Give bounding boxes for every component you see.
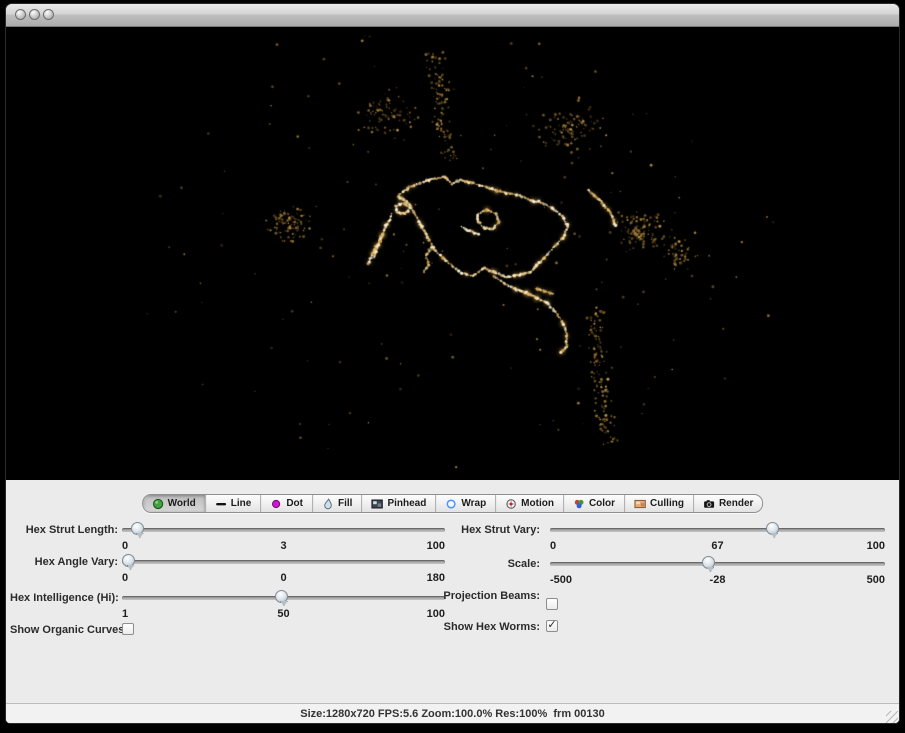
slider-thumb[interactable] [275, 590, 288, 603]
tick-value: 50 [122, 608, 445, 620]
hex-intelligence-slider[interactable] [122, 590, 445, 606]
culling-icon [634, 498, 646, 510]
dot-icon [270, 498, 282, 510]
tab-culling[interactable]: Culling [625, 495, 694, 512]
tick-value: -28 [550, 574, 885, 586]
slider-thumb[interactable] [766, 522, 779, 535]
tick-value: 3 [122, 540, 445, 552]
hex-intelligence-ticks: 1 50 100 [122, 608, 445, 620]
fill-icon [322, 498, 334, 510]
tab-line[interactable]: Line [206, 495, 262, 512]
render-icon [703, 498, 715, 510]
color-icon [573, 498, 585, 510]
control-panel: World Line Dot Fill Pinhead Wrap [6, 480, 899, 723]
tick-max: 100 [427, 540, 445, 552]
tab-render[interactable]: Render [694, 495, 762, 512]
hex-strut-vary-ticks: 0 67 100 [550, 540, 885, 552]
slider-track[interactable] [550, 562, 885, 566]
tab-motion[interactable]: Motion [496, 495, 564, 512]
tab-pinhead[interactable]: Pinhead [362, 495, 436, 512]
show-hex-worms-label: Show Hex Worms: [426, 621, 540, 633]
hex-strut-vary-label: Hex Strut Vary: [426, 524, 540, 536]
line-icon [215, 498, 227, 510]
wrap-icon [445, 498, 457, 510]
viewport-area [6, 27, 899, 480]
slider-track[interactable] [122, 560, 445, 564]
show-organic-curves-label: Show Organic Curves: [10, 624, 118, 636]
hex-angle-vary-ticks: 0 0 180 [122, 572, 445, 584]
tab-world[interactable]: World [143, 495, 206, 512]
minimize-button[interactable] [29, 9, 40, 20]
hex-intelligence-label: Hex Intelligence (Hi): [10, 592, 118, 604]
hex-angle-vary-label: Hex Angle Vary: [10, 556, 118, 568]
tick-max: 500 [867, 574, 885, 586]
motion-icon [505, 498, 517, 510]
scale-slider[interactable] [550, 556, 885, 572]
status-text: Size:1280x720 FPS:5.6 Zoom:100.0% Res:10… [300, 708, 605, 720]
slider-track[interactable] [122, 528, 445, 532]
slider-thumb[interactable] [122, 554, 135, 567]
titlebar[interactable] [6, 4, 899, 27]
tab-label: Color [589, 498, 615, 509]
mode-tabbar: World Line Dot Fill Pinhead Wrap [142, 494, 764, 513]
tab-color[interactable]: Color [564, 495, 625, 512]
scale-label: Scale: [426, 558, 540, 570]
show-hex-worms-checkbox[interactable] [546, 620, 558, 632]
zoom-button[interactable] [43, 9, 54, 20]
tab-label: Line [231, 498, 252, 509]
tab-label: Fill [338, 498, 352, 509]
slider-thumb[interactable] [131, 522, 144, 535]
close-button[interactable] [15, 9, 26, 20]
projection-beams-checkbox[interactable] [546, 598, 558, 610]
tab-label: Wrap [461, 498, 486, 509]
tab-dot[interactable]: Dot [261, 495, 313, 512]
app-window: World Line Dot Fill Pinhead Wrap [6, 4, 899, 723]
hex-angle-vary-slider[interactable] [122, 554, 445, 570]
hex-strut-length-label: Hex Strut Length: [10, 524, 118, 536]
scale-ticks: -500 -28 500 [550, 574, 885, 586]
projection-beams-label: Projection Beams: [426, 590, 540, 602]
tab-label: Motion [521, 498, 554, 509]
tab-label: Render [719, 498, 753, 509]
tick-value: 0 [122, 572, 445, 584]
world-viewport[interactable] [6, 27, 899, 480]
resize-grip[interactable] [886, 711, 898, 723]
world-icon [152, 498, 164, 510]
tick-value: 67 [550, 540, 885, 552]
tab-label: Pinhead [387, 498, 426, 509]
slider-track[interactable] [550, 528, 885, 532]
status-bar: Size:1280x720 FPS:5.6 Zoom:100.0% Res:10… [6, 703, 899, 723]
tab-label: World [168, 498, 196, 509]
tab-fill[interactable]: Fill [313, 495, 362, 512]
pinhead-icon [371, 498, 383, 510]
hex-strut-vary-slider[interactable] [550, 522, 885, 538]
hex-strut-length-ticks: 0 3 100 [122, 540, 445, 552]
show-organic-curves-checkbox[interactable] [122, 623, 134, 635]
slider-thumb[interactable] [702, 556, 715, 569]
tab-wrap[interactable]: Wrap [436, 495, 496, 512]
tick-max: 100 [867, 540, 885, 552]
tick-max: 100 [427, 608, 445, 620]
hex-strut-length-slider[interactable] [122, 522, 445, 538]
tab-label: Culling [650, 498, 684, 509]
tab-label: Dot [286, 498, 303, 509]
tick-max: 180 [427, 572, 445, 584]
